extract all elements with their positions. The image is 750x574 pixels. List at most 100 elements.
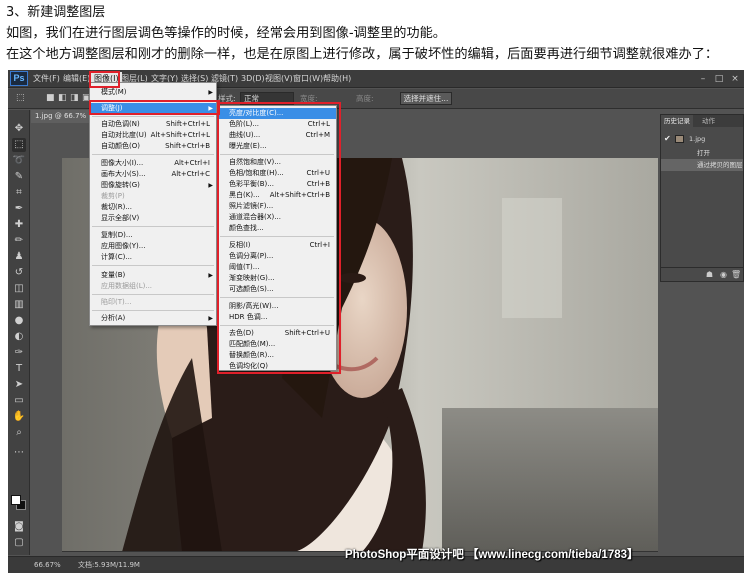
menu-item-image-size[interactable]: 图像大小(I)... Alt+Ctrl+I — [90, 158, 216, 169]
stamp-tool-icon[interactable]: ♟ — [12, 250, 26, 264]
menu-item-canvas-size[interactable]: 画布大小(S)... Alt+Ctrl+C — [90, 169, 216, 180]
quick-select-tool-icon[interactable]: ✎ — [12, 170, 26, 184]
close-icon[interactable]: × — [730, 74, 740, 84]
menu-item-selective-color[interactable]: 可选颜色(S)... — [218, 284, 336, 295]
menu-item-exposure[interactable]: 曝光度(E)... — [218, 141, 336, 152]
edit-toolbar-icon[interactable]: ⋯ — [12, 446, 26, 460]
menu-item-hue-saturation[interactable]: 色相/饱和度(H)... Ctrl+U — [218, 168, 336, 179]
snapshot-thumbnail — [675, 135, 684, 143]
paragraph-1: 如图，我们在进行图层调色等操作的时候，经常会用到图像-调整里的功能。 — [6, 26, 446, 41]
menu-item-image-rotation[interactable]: 图像旋转(G) ▶ — [90, 180, 216, 191]
crop-tool-icon[interactable]: ⌗ — [12, 186, 26, 200]
add-selection-icon[interactable]: ◧ — [58, 93, 67, 104]
tab-actions[interactable]: 动作 — [699, 115, 718, 127]
brush-tool-icon[interactable]: ✏ — [12, 234, 26, 248]
menu-separator — [220, 325, 334, 326]
menu-item-auto-contrast[interactable]: 自动对比度(U) Alt+Shift+Ctrl+L — [90, 130, 216, 141]
menu-3d[interactable]: 3D(D) — [241, 73, 265, 85]
zoom-level[interactable]: 66.67% — [34, 561, 61, 570]
menu-item-shadows-highlights[interactable]: 阴影/高光(W)... — [218, 301, 336, 312]
history-item[interactable]: 打开 — [661, 147, 743, 159]
menu-separator — [92, 310, 214, 311]
zoom-tool-icon[interactable]: ⌕ — [12, 426, 26, 440]
dodge-tool-icon[interactable]: ◐ — [12, 330, 26, 344]
move-tool-icon[interactable]: ✥ — [12, 122, 26, 136]
menu-item-calculations[interactable]: 计算(C)... — [90, 252, 216, 263]
healing-tool-icon[interactable]: ✚ — [12, 218, 26, 232]
menu-item-black-white[interactable]: 黑白(K)... Alt+Shift+Ctrl+B — [218, 190, 336, 201]
trash-icon[interactable]: 🗑 — [731, 270, 741, 279]
menu-item-hdr-toning[interactable]: HDR 色调... — [218, 312, 336, 323]
menu-item-curves[interactable]: 曲线(U)... Ctrl+M — [218, 130, 336, 141]
menu-edit[interactable]: 编辑(E) — [63, 73, 90, 85]
new-document-icon[interactable]: ☗ — [705, 270, 714, 279]
menu-item-threshold[interactable]: 阈值(T)... — [218, 262, 336, 273]
menu-item-reveal-all[interactable]: 显示全部(V) — [90, 213, 216, 224]
menu-item-channel-mixer[interactable]: 通道混合器(X)... — [218, 212, 336, 223]
menu-item-posterize[interactable]: 色调分离(P)... — [218, 251, 336, 262]
shape-tool-icon[interactable]: ▭ — [12, 394, 26, 408]
menu-item-auto-tone[interactable]: 自动色调(N) Shift+Ctrl+L — [90, 119, 216, 130]
maximize-icon[interactable]: □ — [714, 74, 724, 84]
eraser-tool-icon[interactable]: ◫ — [12, 282, 26, 296]
menu-file[interactable]: 文件(F) — [33, 73, 60, 85]
menu-item-apply-image[interactable]: 应用图像(Y)... — [90, 241, 216, 252]
menu-item-equalize[interactable]: 色调均化(Q) — [218, 361, 336, 372]
menu-item-replace-color[interactable]: 替换颜色(R)... — [218, 350, 336, 361]
menu-item-duplicate[interactable]: 复制(D)... — [90, 230, 216, 241]
history-snapshot[interactable]: ✔ 1.jpg — [661, 133, 743, 145]
menu-window[interactable]: 窗口(W) — [293, 73, 323, 85]
menu-item-auto-color[interactable]: 自动颜色(O) Shift+Ctrl+B — [90, 141, 216, 152]
menu-item-label: 复制(D)... — [101, 231, 133, 239]
menu-item-trap: 陷印(T)... — [90, 297, 216, 308]
foreground-color-swatch[interactable] — [11, 495, 21, 505]
marquee-tool-icon[interactable]: ⬚ — [12, 138, 26, 152]
history-brush-icon[interactable]: ↺ — [12, 266, 26, 280]
tab-history[interactable]: 历史记录 — [661, 115, 693, 127]
menu-item-invert[interactable]: 反相(I) Ctrl+I — [218, 240, 336, 251]
hand-tool-icon[interactable]: ✋ — [12, 410, 26, 424]
menu-view[interactable]: 视图(V) — [265, 73, 293, 85]
menu-item-vibrance[interactable]: 自然饱和度(V)... — [218, 157, 336, 168]
menu-item-label: HDR 色调... — [229, 313, 268, 321]
pen-tool-icon[interactable]: ✑ — [12, 346, 26, 360]
gradient-tool-icon[interactable]: ▥ — [12, 298, 26, 312]
menu-item-levels[interactable]: 色阶(L)... Ctrl+L — [218, 119, 336, 130]
menu-item-mode[interactable]: 模式(M) ▶ — [90, 87, 216, 98]
new-selection-icon[interactable]: ■ — [46, 93, 55, 104]
eyedropper-tool-icon[interactable]: ✒ — [12, 202, 26, 216]
menu-item-trim[interactable]: 裁切(R)... — [90, 202, 216, 213]
ps-logo-icon: Ps — [10, 71, 28, 86]
blur-tool-icon[interactable]: ● — [12, 314, 26, 328]
menu-item-match-color[interactable]: 匹配颜色(M)... — [218, 339, 336, 350]
camera-icon[interactable]: ◉ — [719, 270, 728, 279]
style-select[interactable]: 正常 — [240, 92, 294, 105]
menu-item-label: 替换颜色(R)... — [229, 351, 275, 359]
history-item-selected[interactable]: 通过拷贝的图层 — [661, 159, 743, 171]
menu-item-gradient-map[interactable]: 渐变映射(G)... — [218, 273, 336, 284]
menu-separator — [220, 236, 334, 237]
lasso-tool-icon[interactable]: ➰ — [12, 154, 26, 168]
menu-item-desaturate[interactable]: 去色(D) Shift+Ctrl+U — [218, 328, 336, 339]
menu-item-shortcut: Shift+Ctrl+U — [284, 329, 330, 337]
minimize-icon[interactable]: – — [698, 74, 708, 84]
path-select-tool-icon[interactable]: ➤ — [12, 378, 26, 392]
menu-separator — [92, 294, 214, 295]
menu-item-label: 阴影/高光(W)... — [229, 302, 279, 310]
menu-item-brightness-contrast[interactable]: 亮度/对比度(C)... — [218, 108, 336, 119]
history-panel-tabs: 历史记录 动作 — [661, 115, 743, 127]
type-tool-icon[interactable]: T — [12, 362, 26, 376]
screen-mode-icon[interactable]: ▢ — [12, 536, 26, 550]
menu-item-photo-filter[interactable]: 照片滤镜(F)... — [218, 201, 336, 212]
menu-help[interactable]: 帮助(H) — [323, 73, 351, 85]
subtract-selection-icon[interactable]: ◨ — [70, 93, 79, 104]
menu-item-color-lookup[interactable]: 颜色查找... — [218, 223, 336, 234]
menu-item-adjustments[interactable]: 调整(J) ▶ — [90, 103, 216, 114]
menu-item-analysis[interactable]: 分析(A) ▶ — [90, 313, 216, 324]
refine-edge-button[interactable]: 选择并遮住... — [400, 92, 452, 105]
quick-mask-icon[interactable]: ◙ — [12, 520, 26, 534]
article-text: 3、新建调整图层 如图，我们在进行图层调色等操作的时候，经常会用到图像-调整里的… — [0, 0, 750, 70]
menu-item-color-balance[interactable]: 色彩平衡(B)... Ctrl+B — [218, 179, 336, 190]
marquee-preset-icon[interactable]: ⬚ — [16, 93, 25, 104]
menu-item-variables[interactable]: 变量(B) ▶ — [90, 270, 216, 281]
